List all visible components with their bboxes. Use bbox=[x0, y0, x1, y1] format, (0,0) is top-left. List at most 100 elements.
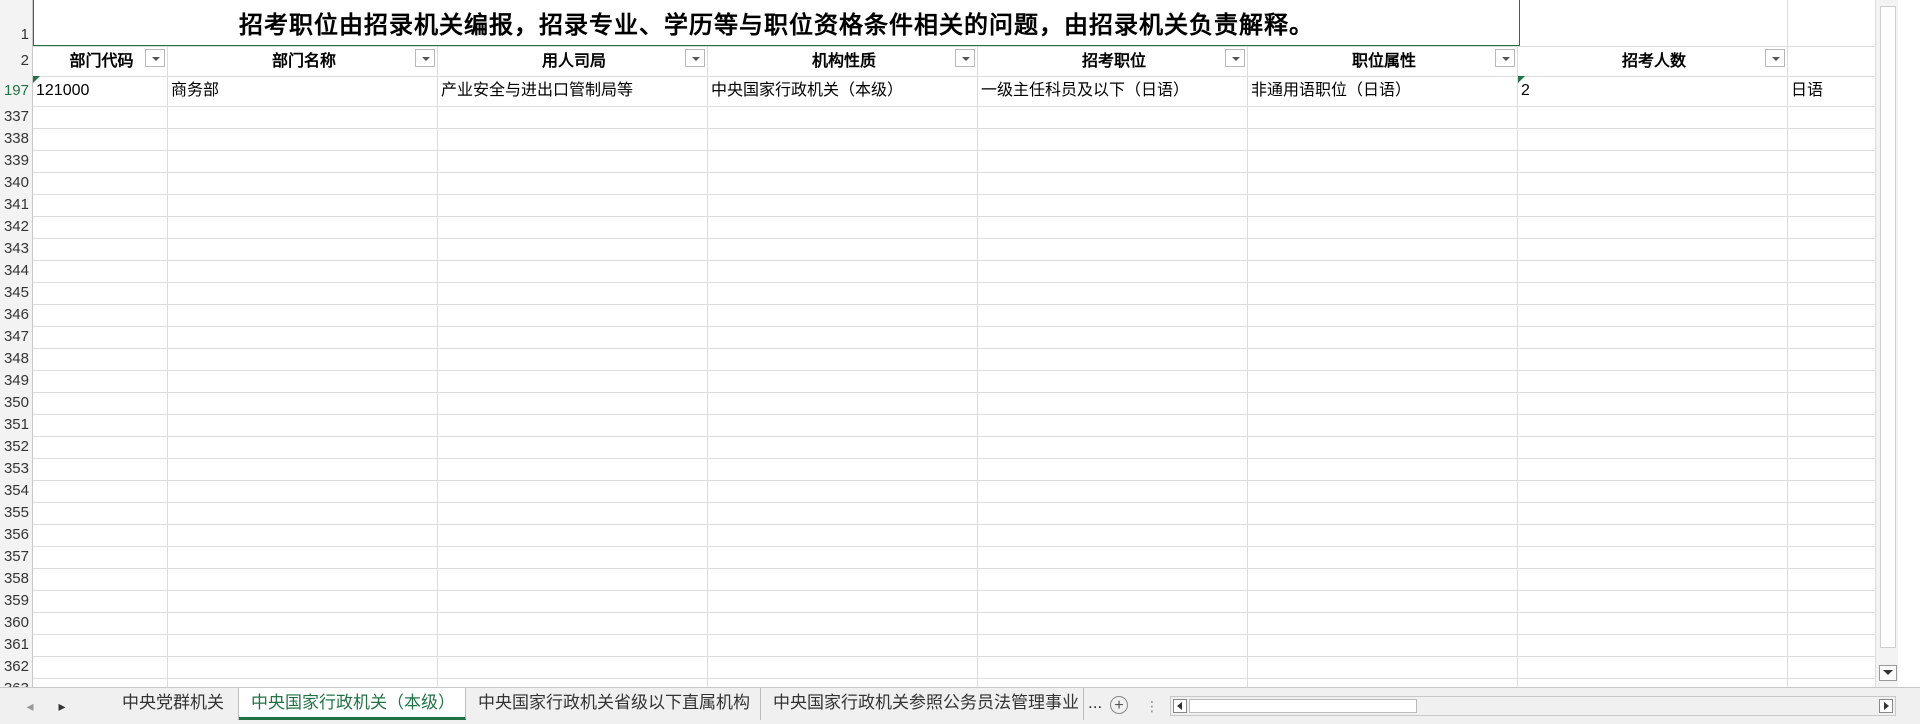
grid-cell[interactable] bbox=[168, 480, 438, 502]
grid-cell[interactable] bbox=[708, 590, 978, 612]
row-number[interactable]: 345 bbox=[0, 282, 32, 304]
row-number[interactable]: 2 bbox=[0, 46, 32, 76]
horizontal-scroll-thumb[interactable] bbox=[1189, 699, 1417, 713]
grid-cell[interactable] bbox=[168, 590, 438, 612]
row-number[interactable]: 358 bbox=[0, 568, 32, 590]
grid-cell[interactable] bbox=[168, 392, 438, 414]
grid-cell[interactable] bbox=[978, 194, 1248, 216]
row-number[interactable]: 359 bbox=[0, 590, 32, 612]
grid-cell[interactable] bbox=[1518, 392, 1788, 414]
grid-cell[interactable] bbox=[33, 480, 168, 502]
row-number[interactable]: 361 bbox=[0, 634, 32, 656]
grid-cell[interactable] bbox=[33, 326, 168, 348]
grid-cell[interactable] bbox=[1248, 656, 1518, 678]
grid-cell[interactable] bbox=[33, 106, 168, 128]
grid-cell[interactable] bbox=[1248, 194, 1518, 216]
grid-cell[interactable] bbox=[708, 238, 978, 260]
row-number[interactable]: 363 bbox=[0, 678, 32, 687]
grid-cell[interactable] bbox=[708, 458, 978, 480]
grid-cell[interactable] bbox=[978, 590, 1248, 612]
grid-cell[interactable] bbox=[1248, 216, 1518, 238]
grid-cell[interactable] bbox=[708, 480, 978, 502]
grid-cell[interactable] bbox=[438, 370, 708, 392]
grid-cell[interactable] bbox=[168, 612, 438, 634]
grid-cell[interactable] bbox=[1248, 172, 1518, 194]
grid-cell[interactable] bbox=[1518, 458, 1788, 480]
grid-cell[interactable] bbox=[1518, 0, 1788, 46]
grid-cell[interactable] bbox=[708, 260, 978, 282]
row-number[interactable]: 356 bbox=[0, 524, 32, 546]
grid-cell[interactable] bbox=[978, 458, 1248, 480]
row-number[interactable]: 343 bbox=[0, 238, 32, 260]
grid-cell[interactable] bbox=[168, 150, 438, 172]
row-number[interactable]: 360 bbox=[0, 612, 32, 634]
grid-cell[interactable] bbox=[1518, 612, 1788, 634]
grid-cell[interactable] bbox=[978, 150, 1248, 172]
grid-cell[interactable] bbox=[168, 524, 438, 546]
row-number[interactable]: 337 bbox=[0, 106, 32, 128]
grid-cell[interactable] bbox=[708, 612, 978, 634]
grid-cell[interactable] bbox=[168, 128, 438, 150]
next-sheet-icon[interactable]: ▸ bbox=[52, 696, 72, 716]
grid-cell[interactable] bbox=[978, 282, 1248, 304]
more-tabs-indicator[interactable]: ... bbox=[1084, 688, 1106, 720]
row-number[interactable]: 1 bbox=[0, 0, 32, 46]
grid-cell[interactable] bbox=[168, 656, 438, 678]
column-header[interactable]: 招考职位 bbox=[978, 46, 1248, 76]
grid-cell[interactable] bbox=[708, 678, 978, 687]
grid-cell[interactable] bbox=[168, 216, 438, 238]
grid-cell[interactable] bbox=[33, 458, 168, 480]
grid-cell[interactable] bbox=[1248, 348, 1518, 370]
grid-cell[interactable] bbox=[1248, 678, 1518, 687]
grid-cell[interactable] bbox=[1248, 392, 1518, 414]
grid-cell[interactable] bbox=[1248, 326, 1518, 348]
spreadsheet-grid[interactable]: 1 2 197 337 338 339 340 341 342 343 344 345 346 347 34… bbox=[0, 0, 1898, 687]
grid-cell[interactable] bbox=[438, 348, 708, 370]
grid-cell[interactable] bbox=[33, 656, 168, 678]
grid-cell[interactable] bbox=[168, 106, 438, 128]
grid-cell[interactable] bbox=[438, 678, 708, 687]
grid-cell[interactable] bbox=[1248, 612, 1518, 634]
grid-cell[interactable] bbox=[33, 502, 168, 524]
column-header[interactable]: 职位属性 bbox=[1248, 46, 1518, 76]
grid-cell[interactable] bbox=[978, 656, 1248, 678]
data-cell[interactable]: 121000 bbox=[33, 76, 168, 106]
grid-cell[interactable] bbox=[978, 128, 1248, 150]
column-header[interactable]: 招考人数 bbox=[1518, 46, 1788, 76]
grid-cell[interactable] bbox=[1518, 150, 1788, 172]
grid-cell[interactable] bbox=[168, 304, 438, 326]
grid-cell[interactable] bbox=[1248, 480, 1518, 502]
grid-cell[interactable] bbox=[168, 502, 438, 524]
grid-cell[interactable] bbox=[1518, 480, 1788, 502]
vertical-scrollbar[interactable] bbox=[1875, 0, 1898, 687]
grid-cell[interactable] bbox=[168, 260, 438, 282]
grid-cell[interactable] bbox=[438, 524, 708, 546]
column-header[interactable]: 机构性质 bbox=[708, 46, 978, 76]
grid-cell[interactable] bbox=[978, 260, 1248, 282]
grid-cell[interactable] bbox=[1518, 238, 1788, 260]
add-sheet-icon[interactable]: + bbox=[1110, 696, 1128, 714]
grid-cell[interactable] bbox=[978, 612, 1248, 634]
grid-cell[interactable] bbox=[1518, 216, 1788, 238]
grid-cell[interactable] bbox=[708, 304, 978, 326]
grid-cell[interactable] bbox=[33, 370, 168, 392]
filter-dropdown-icon[interactable] bbox=[1765, 49, 1785, 67]
grid-cell[interactable] bbox=[168, 172, 438, 194]
row-number[interactable]: 346 bbox=[0, 304, 32, 326]
grid-cell[interactable] bbox=[1248, 436, 1518, 458]
row-number[interactable]: 338 bbox=[0, 128, 32, 150]
grid-cell[interactable] bbox=[708, 502, 978, 524]
row-number[interactable]: 347 bbox=[0, 326, 32, 348]
grid-cell[interactable] bbox=[168, 458, 438, 480]
grid-cell[interactable] bbox=[168, 568, 438, 590]
row-number[interactable]: 357 bbox=[0, 546, 32, 568]
row-number[interactable]: 352 bbox=[0, 436, 32, 458]
sheet-tab[interactable]: 中央国家行政机关参照公务员法管理事业 bbox=[761, 688, 1084, 720]
row-number[interactable]: 348 bbox=[0, 348, 32, 370]
grid-cell[interactable] bbox=[1518, 194, 1788, 216]
grid-cell[interactable] bbox=[438, 238, 708, 260]
grid-cell[interactable] bbox=[438, 546, 708, 568]
column-header[interactable]: 部门名称 bbox=[168, 46, 438, 76]
grid-cell[interactable] bbox=[438, 106, 708, 128]
data-cell[interactable]: 2 bbox=[1518, 76, 1788, 106]
